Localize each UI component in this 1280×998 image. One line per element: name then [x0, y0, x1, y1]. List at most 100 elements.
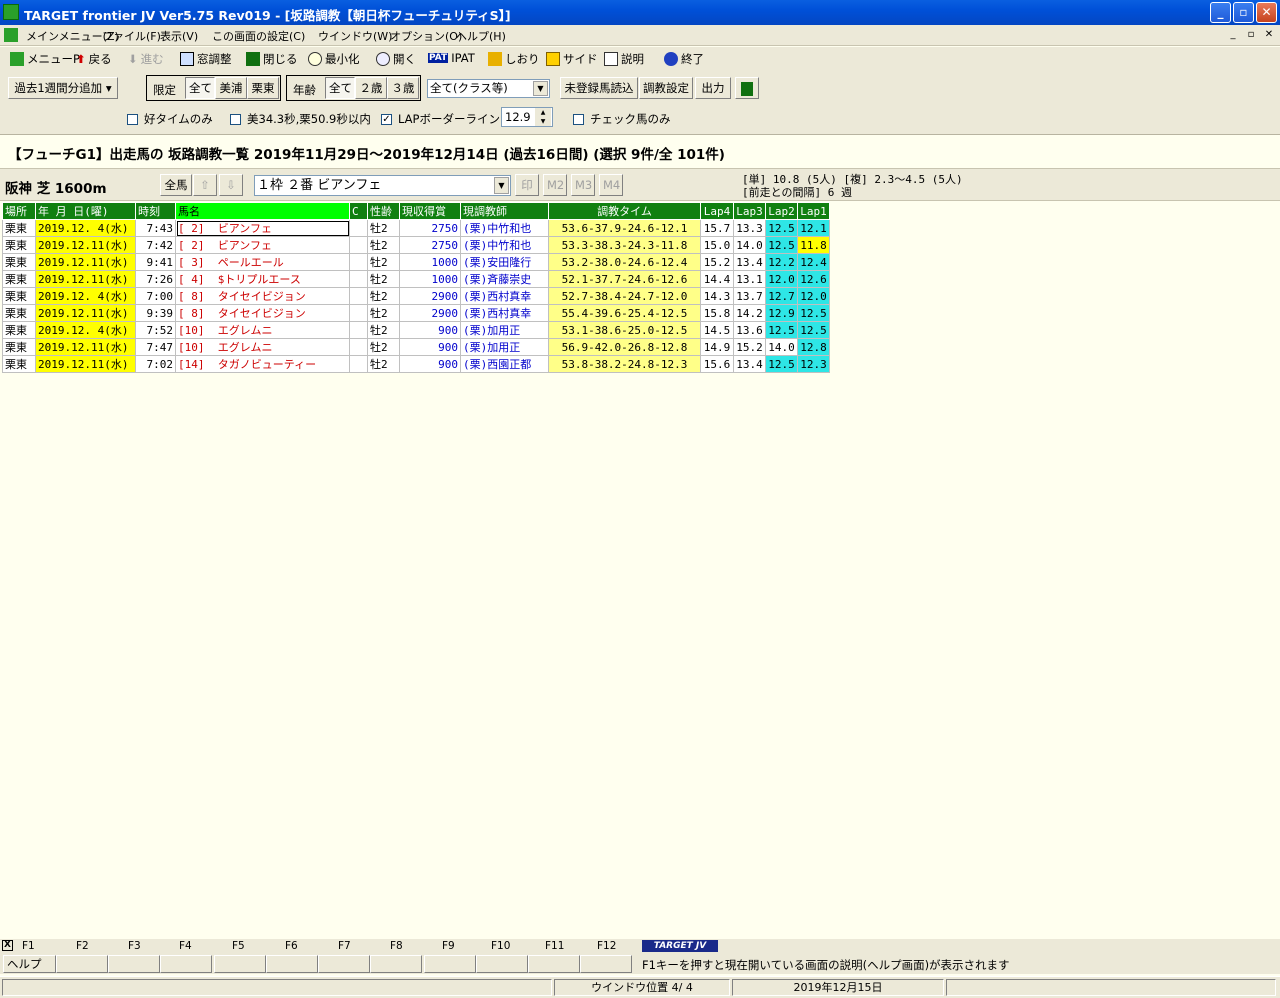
cell-lap4[interactable]: 15.6: [700, 355, 734, 373]
good-time-checkbox[interactable]: 好タイムのみ: [127, 111, 213, 127]
m2-button[interactable]: M2: [543, 174, 567, 196]
lap-border-spinner[interactable]: 12.9 ▲ ▼: [501, 107, 553, 127]
cell-lap1[interactable]: 12.8: [797, 338, 830, 356]
cell-trainer[interactable]: (栗)斉藤崇史: [460, 270, 549, 288]
cell-date[interactable]: 2019.12. 4(水): [35, 219, 136, 237]
checkbox[interactable]: [127, 113, 138, 125]
cell-lap3[interactable]: 13.4: [733, 355, 766, 373]
cell-lap3[interactable]: 13.7: [733, 287, 766, 305]
table-row[interactable]: 栗東 2019.12. 4(水) 7:43[ 2] ビアンフェ 牡2 2750 (栗)中竹…: [2, 219, 830, 237]
table-row[interactable]: 栗東 2019.12.11(水) 7:47 [10] エグレムニ 牡2 900 (栗)加用正…: [2, 338, 830, 356]
cell-lap2[interactable]: 12.2: [765, 253, 798, 271]
cell-date[interactable]: 2019.12.11(水): [35, 355, 136, 373]
minimize-button[interactable]: 最小化: [308, 51, 360, 67]
header-lap3[interactable]: Lap3: [733, 202, 766, 220]
cell-trainer[interactable]: (栗)加用正: [460, 338, 549, 356]
menu-p-button[interactable]: メニューP: [10, 51, 80, 67]
menu-window[interactable]: ウインドウ(W): [318, 28, 392, 44]
f3-button[interactable]: [108, 955, 160, 973]
cell-place[interactable]: 栗東: [2, 355, 36, 373]
cell-lap2[interactable]: 12.5: [765, 321, 798, 339]
cell-lap4[interactable]: 14.3: [700, 287, 734, 305]
header-horse-name[interactable]: 馬名: [175, 202, 350, 220]
cell-lap4[interactable]: 15.0: [700, 236, 734, 254]
cell-c[interactable]: [349, 219, 368, 237]
cell-lap2[interactable]: 12.0: [765, 270, 798, 288]
cell-time[interactable]: 7:26: [135, 270, 176, 288]
cell-date[interactable]: 2019.12. 4(水): [35, 321, 136, 339]
cell-time[interactable]: 7:43: [135, 219, 176, 237]
f10-button[interactable]: [476, 955, 528, 973]
cell-place[interactable]: 栗東: [2, 236, 36, 254]
table-row[interactable]: 栗東 2019.12.11(水) 7:26[ 4] $トリプルエース 牡2 1000 (栗…: [2, 270, 830, 288]
cell-place[interactable]: 栗東: [2, 219, 36, 237]
header-date[interactable]: 年 月 日(曜): [35, 202, 136, 220]
checkbox[interactable]: [573, 113, 584, 125]
window-adjust-button[interactable]: 窓調整: [180, 51, 232, 67]
age-all-button[interactable]: 全て: [325, 77, 355, 99]
cell-lap1[interactable]: 12.4: [797, 253, 830, 271]
menu-view[interactable]: 表示(V): [160, 28, 198, 44]
header-sex-age[interactable]: 性齢: [367, 202, 400, 220]
limit-all-button[interactable]: 全て: [185, 77, 215, 99]
checkbox-checked[interactable]: ✓: [381, 113, 392, 125]
cell-prize[interactable]: 1000: [399, 270, 461, 288]
cell-prize[interactable]: 2750: [399, 236, 461, 254]
mdi-close-button[interactable]: ✕: [1262, 28, 1276, 42]
cell-lap3[interactable]: 14.0: [733, 236, 766, 254]
spinner-down-icon[interactable]: ▼: [535, 117, 551, 126]
cell-trainer[interactable]: (栗)加用正: [460, 321, 549, 339]
cell-date[interactable]: 2019.12.11(水): [35, 253, 136, 271]
cell-lap2[interactable]: 12.5: [765, 219, 798, 237]
f5-button[interactable]: [214, 955, 266, 973]
cell-horse[interactable]: [ 4] $トリプルエース: [175, 270, 350, 288]
extra-tool-button[interactable]: [735, 77, 759, 99]
m4-button[interactable]: M4: [599, 174, 623, 196]
horse-select[interactable]: １枠 ２番 ビアンフェ ▼: [254, 175, 511, 196]
cell-c[interactable]: [349, 270, 368, 288]
table-row[interactable]: 栗東 2019.12.11(水) 9:39[ 8] タイセイビジョン 牡2 2900 (栗…: [2, 304, 830, 322]
all-horses-button[interactable]: 全馬: [160, 174, 192, 196]
cell-sex[interactable]: 牡2: [367, 236, 400, 254]
restore-window-button[interactable]: ▫: [1233, 2, 1254, 23]
cell-trainer[interactable]: (栗)安田隆行: [460, 253, 549, 271]
cell-date[interactable]: 2019.12.11(水): [35, 304, 136, 322]
cell-lap4[interactable]: 15.2: [700, 253, 734, 271]
output-button[interactable]: 出力: [695, 77, 731, 99]
cell-place[interactable]: 栗東: [2, 321, 36, 339]
header-trainer[interactable]: 現調教師: [460, 202, 549, 220]
cell-horse[interactable]: [10] エグレムニ: [175, 338, 350, 356]
mark-print-button[interactable]: 印: [515, 174, 539, 196]
unregistered-load-button[interactable]: 未登録馬読込: [560, 77, 638, 99]
cell-trainer[interactable]: (栗)中竹和也: [460, 236, 549, 254]
lap-border-checkbox[interactable]: ✓ LAPボーダーライン: [381, 111, 500, 127]
cell-horse[interactable]: [14] タガノビューティー: [175, 355, 350, 373]
cell-sex[interactable]: 牡2: [367, 304, 400, 322]
f6-button[interactable]: [266, 955, 318, 973]
cell-lap2[interactable]: 12.5: [765, 355, 798, 373]
cell-lap4[interactable]: 14.9: [700, 338, 734, 356]
header-prize[interactable]: 現収得賞: [399, 202, 461, 220]
menu-file[interactable]: ファイル(F): [102, 28, 161, 44]
cell-place[interactable]: 栗東: [2, 338, 36, 356]
cell-lap3[interactable]: 13.4: [733, 253, 766, 271]
app-icon[interactable]: [3, 4, 19, 20]
cell-lap4[interactable]: 14.5: [700, 321, 734, 339]
cell-time[interactable]: 7:42: [135, 236, 176, 254]
cell-trainer[interactable]: (栗)西園正都: [460, 355, 549, 373]
cell-lap3[interactable]: 14.2: [733, 304, 766, 322]
cell-lap1[interactable]: 11.8: [797, 236, 830, 254]
cell-prize[interactable]: 2900: [399, 287, 461, 305]
cell-lap4[interactable]: 15.7: [700, 219, 734, 237]
table-row[interactable]: 栗東 2019.12.11(水) 7:42[ 2] ビアンフェ 牡2 2750 (栗)中竹…: [2, 236, 830, 254]
help-button[interactable]: 説明: [604, 51, 644, 67]
title-bar[interactable]: TARGET frontier JV Ver5.75 Rev019 - [坂路調…: [0, 0, 1280, 25]
cell-horse[interactable]: [ 8] タイセイビジョン: [175, 304, 350, 322]
cell-prize[interactable]: 900: [399, 338, 461, 356]
back-button[interactable]: ⬆ 戻る: [76, 51, 112, 67]
prev-horse-button[interactable]: ⇧: [193, 174, 217, 196]
cell-chokyo[interactable]: 53.8-38.2-24.8-12.3: [548, 355, 701, 373]
cell-c[interactable]: [349, 338, 368, 356]
cell-c[interactable]: [349, 304, 368, 322]
cell-chokyo[interactable]: 53.3-38.3-24.3-11.8: [548, 236, 701, 254]
